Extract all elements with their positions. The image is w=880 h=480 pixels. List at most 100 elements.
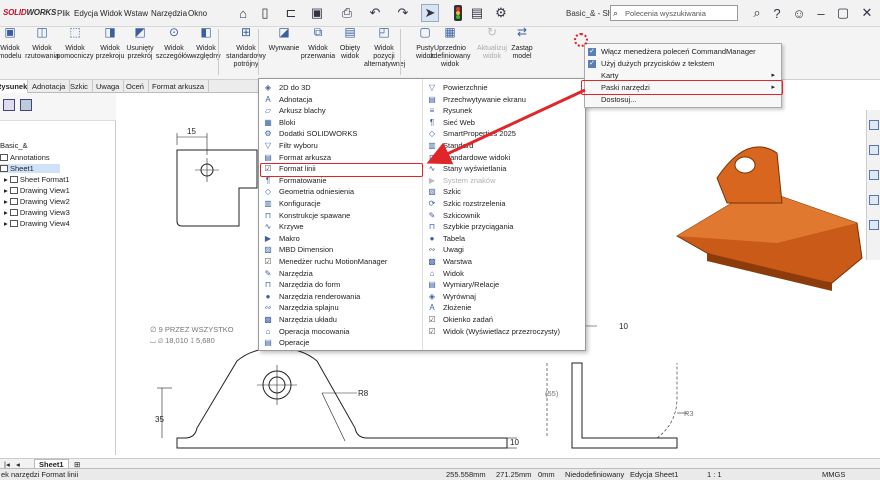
toolbar-option[interactable]: ▦ Bloki: [259, 117, 419, 128]
toolbar-option[interactable]: ◈ Wyrównaj: [423, 291, 583, 302]
context-menu-item[interactable]: ✓ Włącz menedżera poleceń CommandManager: [585, 46, 781, 58]
toolbar-option[interactable]: ☑ Okienko zadań: [423, 314, 583, 325]
undo-icon[interactable]: ↶: [366, 4, 384, 22]
traffic-light-icon[interactable]: [449, 4, 467, 22]
resources-icon[interactable]: [869, 120, 879, 130]
toolbar-option[interactable]: ⌂ Widok: [423, 268, 583, 279]
toolbar-option[interactable]: ◈ 2D do 3D: [259, 82, 419, 93]
toolbar-option[interactable]: ● Narzędzia renderowania: [259, 291, 419, 302]
toolbar-option[interactable]: ▱ Arkusz blachy: [259, 105, 419, 116]
tab-szkic[interactable]: Szkic: [66, 80, 93, 93]
toolbar-option[interactable]: ◇ Geometria odniesienia: [259, 186, 419, 197]
select-cursor-icon[interactable]: ➤: [421, 4, 439, 22]
toolbar-option[interactable]: ▤ Format arkusza: [259, 152, 419, 163]
tree-item-sheet1[interactable]: Sheet1: [0, 164, 60, 173]
toolbar-option[interactable]: ⌂ Operacja mocowania: [259, 326, 419, 337]
cmd-button-13[interactable]: ▦ Uprzednio zdefiniowany widok: [430, 26, 470, 69]
dim-10-side[interactable]: 10: [619, 322, 628, 331]
dim-r3[interactable]: R3: [684, 409, 694, 418]
menu-widok[interactable]: Widok: [100, 9, 122, 18]
toolbar-option[interactable]: A Złożenie: [423, 302, 583, 313]
tab-format-arkusza[interactable]: Format arkusza: [148, 80, 210, 93]
context-menu-item[interactable]: ✓ Użyj dużych przycisków z tekstem: [585, 58, 781, 70]
tree-item-annotations[interactable]: Annotations: [0, 153, 50, 162]
toolbar-option[interactable]: ✎ Narzędzia: [259, 268, 419, 279]
toolbar-option[interactable]: ⚙ Dodatki SOLIDWORKS: [259, 128, 419, 139]
dim-55[interactable]: (55): [545, 389, 558, 398]
toolbar-option[interactable]: ∾ Uwagi: [423, 244, 583, 255]
close-icon[interactable]: ✕: [858, 4, 876, 22]
tree-item-drawing-view1[interactable]: ▸ Drawing View1: [4, 186, 70, 195]
dim-10-front[interactable]: 10: [510, 438, 519, 447]
menu-okno[interactable]: Okno: [188, 9, 207, 18]
menu-narzedzia[interactable]: Narzędzia: [151, 9, 187, 18]
dim-35[interactable]: 35: [155, 415, 164, 424]
feature-tree-icon[interactable]: [3, 99, 15, 111]
tree-item-drawing-view3[interactable]: ▸ Drawing View3: [4, 208, 70, 217]
options-gear-icon[interactable]: ⚙: [492, 4, 510, 22]
home-icon[interactable]: ⌂: [234, 4, 252, 22]
toolbar-option[interactable]: ☑ Widok (Wyświetlacz przezroczysty): [423, 326, 583, 337]
dim-r8[interactable]: R8: [358, 389, 368, 398]
view-palette-icon[interactable]: [869, 195, 879, 205]
redo-icon[interactable]: ↷: [394, 4, 412, 22]
tab-ocen[interactable]: Oceń: [122, 80, 149, 93]
search-input[interactable]: ⌕ Polecenia wyszukiwania: [610, 5, 738, 21]
save-icon[interactable]: ▣: [308, 4, 326, 22]
toolbar-option[interactable]: ▤ Operacje: [259, 337, 419, 348]
toolbar-option[interactable]: ▨ MBD Dimension: [259, 244, 419, 255]
open-folder-icon[interactable]: ⊏: [282, 4, 300, 22]
context-menu-item[interactable]: Dostosuj...: [585, 94, 781, 106]
minimize-icon[interactable]: –: [812, 4, 830, 22]
tree-root[interactable]: Basic_&: [0, 141, 28, 150]
toolbar-option[interactable]: ● Tabela: [423, 233, 583, 244]
file-explorer-icon[interactable]: [869, 170, 879, 180]
property-manager-icon[interactable]: [20, 99, 32, 111]
toolbar-option[interactable]: ▩ Narzędzia układu: [259, 314, 419, 325]
appearances-icon[interactable]: [869, 220, 879, 230]
user-icon[interactable]: ☺: [790, 4, 808, 22]
maximize-icon[interactable]: ▢: [834, 4, 852, 22]
toolbar-option[interactable]: ⊓ Szybkie przyciągania: [423, 221, 583, 232]
solidworks-logo[interactable]: SOLIDWORKS: [3, 8, 56, 17]
tree-item-sheet-format1[interactable]: ▸ Sheet Format1: [4, 175, 69, 184]
toolbar-option[interactable]: ▤ Wymiary/Relacje: [423, 279, 583, 290]
cmd-button-15[interactable]: ⇄ Zastąp model: [502, 26, 542, 61]
toolbar-option[interactable]: ☑ Menedżer ruchu MotionManager: [259, 256, 419, 267]
toolbar-option[interactable]: ⊓ Narzędzia do form: [259, 279, 419, 290]
tab-adnotacja[interactable]: Adnotacja: [28, 80, 71, 93]
cmd-button-6[interactable]: ◧ Widok względny: [186, 26, 226, 61]
design-library-icon[interactable]: [869, 145, 879, 155]
status-units[interactable]: MMGS: [822, 470, 845, 479]
toolbar-option[interactable]: ▥ Konfiguracje: [259, 198, 419, 209]
status-scale[interactable]: 1 : 1: [707, 470, 722, 479]
cmd-button-11[interactable]: ◰ Widok pozycji alternatywnej: [364, 26, 405, 69]
search-magnifier-icon[interactable]: ⌕: [748, 4, 766, 22]
help-icon[interactable]: ?: [768, 4, 786, 22]
tree-item-drawing-view4[interactable]: ▸ Drawing View4: [4, 219, 70, 228]
file-properties-icon[interactable]: ▤: [468, 4, 486, 22]
toolbar-option[interactable]: ∿ Krzywe: [259, 221, 419, 232]
tab-rysunek[interactable]: Rysunek: [0, 80, 28, 93]
menu-wstaw[interactable]: Wstaw: [124, 9, 148, 18]
hole-note-line1[interactable]: ∅ 9 PRZEZ WSZYSTKO: [150, 325, 234, 334]
tree-item-drawing-view2[interactable]: ▸ Drawing View2: [4, 197, 70, 206]
new-document-icon[interactable]: ▯: [256, 4, 274, 22]
print-icon[interactable]: ⎙: [338, 4, 356, 22]
cmd-button-7[interactable]: ⊞ Widok standardowy potrójny: [226, 26, 266, 69]
toolbar-option[interactable]: ⟳ Szkic rozstrzelenia: [423, 198, 583, 209]
toolbar-option[interactable]: ▽ Filtr wyboru: [259, 140, 419, 151]
dim-15[interactable]: 15: [187, 127, 196, 136]
hole-note-line2[interactable]: ⌴ ∅ 18,010 ↧ 5,680: [150, 336, 215, 346]
tab-uwaga[interactable]: Uwaga: [92, 80, 125, 93]
toolbar-option[interactable]: ✎ Szkicownik: [423, 210, 583, 221]
menu-edycja[interactable]: Edycja: [74, 9, 98, 18]
cmd-button-2[interactable]: ⬚ Widok pomocniczy: [55, 26, 95, 61]
toolbar-option[interactable]: ▶ Makro: [259, 233, 419, 244]
toolbar-option[interactable]: A Adnotacja: [259, 94, 419, 105]
toolbar-option[interactable]: ▨ Szkic: [423, 186, 583, 197]
toolbar-option[interactable]: ▩ Warstwa: [423, 256, 583, 267]
menu-plik[interactable]: Plik: [57, 9, 70, 18]
toolbar-option[interactable]: ∾ Narzędzia splajnu: [259, 302, 419, 313]
toolbar-option[interactable]: ⊓ Konstrukcje spawane: [259, 210, 419, 221]
